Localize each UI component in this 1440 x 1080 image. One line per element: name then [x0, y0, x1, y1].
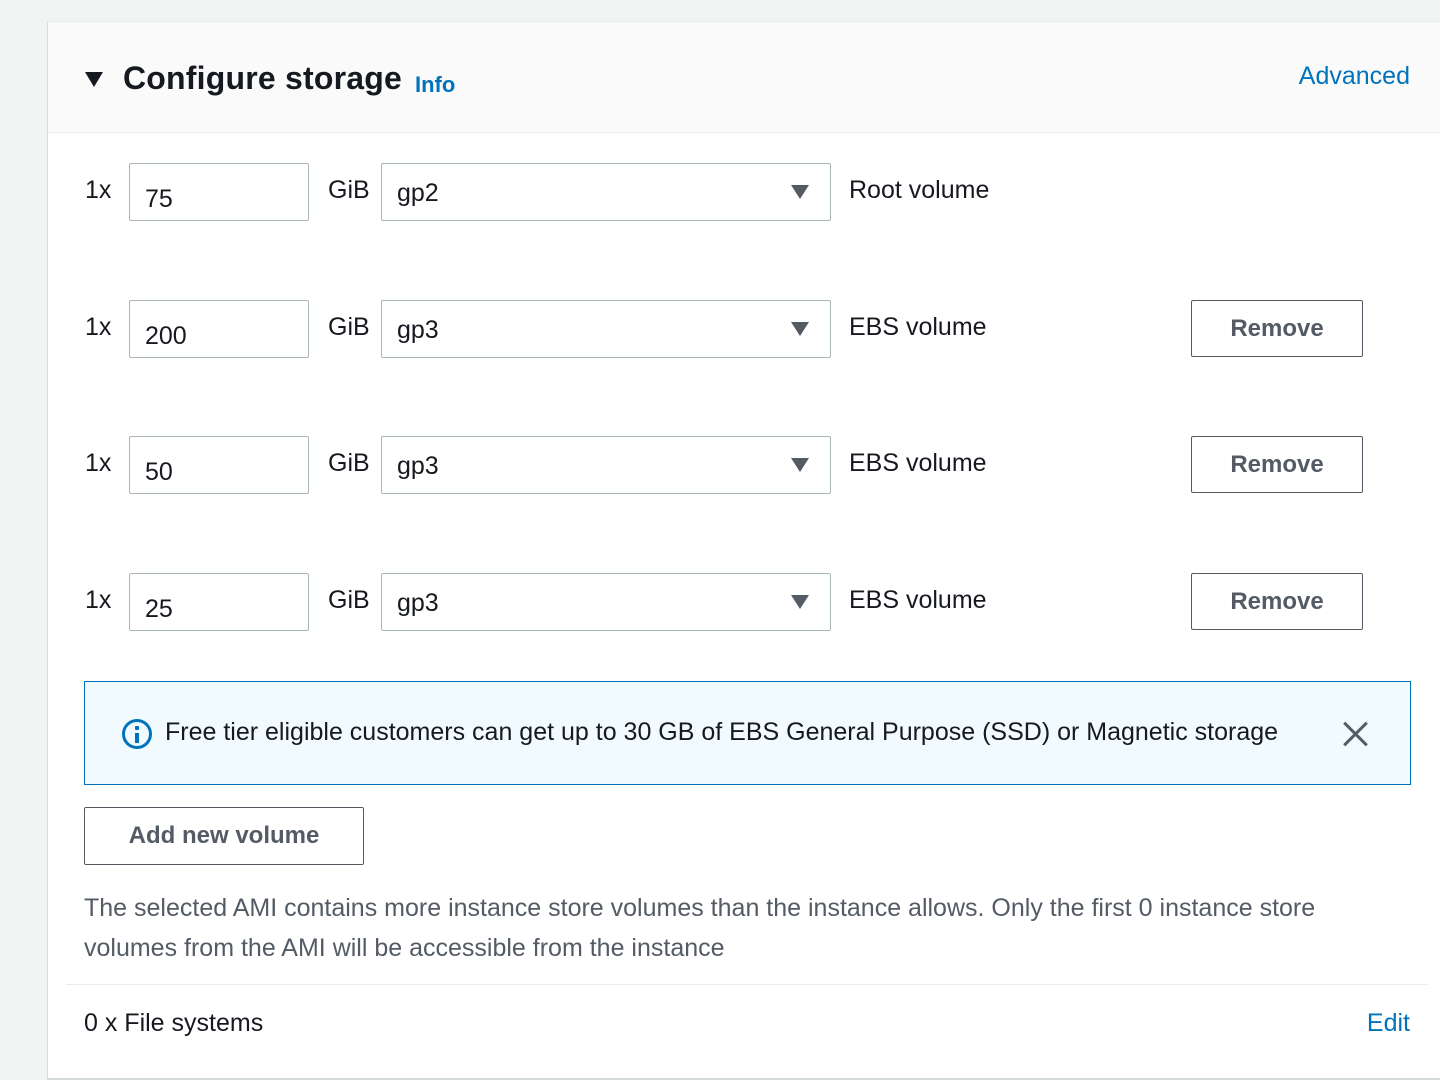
- volume-label: Root volume: [849, 176, 990, 204]
- volume-multiplier: 1x: [85, 176, 112, 204]
- volume-size-input[interactable]: [129, 573, 309, 631]
- info-link[interactable]: Info: [415, 72, 455, 98]
- volume-multiplier: 1x: [85, 449, 112, 477]
- volume-type-value: gp3: [397, 452, 439, 480]
- volume-unit: GiB: [328, 586, 370, 614]
- instance-store-note: The selected AMI contains more instance …: [84, 894, 1316, 962]
- volume-multiplier: 1x: [85, 586, 112, 614]
- divider: [66, 984, 1428, 985]
- volume-type-value: gp3: [397, 589, 439, 617]
- free-tier-alert: Free tier eligible customers can get up …: [84, 681, 1411, 785]
- volume-type-select[interactable]: gp3: [381, 573, 831, 631]
- add-new-volume-button[interactable]: Add new volume: [84, 807, 364, 865]
- volume-multiplier: 1x: [85, 313, 112, 341]
- remove-volume-button[interactable]: Remove: [1191, 300, 1363, 357]
- info-circle-icon: [122, 719, 152, 749]
- edit-file-systems-link[interactable]: Edit: [1367, 1009, 1410, 1038]
- volume-row-ebs: 1x GiB gp3 EBS volume Remove: [48, 436, 1440, 494]
- volume-unit: GiB: [328, 176, 370, 204]
- configure-storage-panel: Configure storage Info Advanced 1x GiB g…: [47, 21, 1440, 1080]
- section-title: Configure storage: [123, 60, 402, 96]
- volume-label: EBS volume: [849, 586, 987, 614]
- volume-row-ebs: 1x GiB gp3 EBS volume Remove: [48, 300, 1440, 358]
- alert-message: Free tier eligible customers can get up …: [165, 718, 1279, 746]
- volume-label: EBS volume: [849, 449, 987, 477]
- remove-volume-button[interactable]: Remove: [1191, 436, 1363, 493]
- volume-type-select[interactable]: gp3: [381, 300, 831, 358]
- volume-size-input[interactable]: [129, 163, 309, 221]
- volume-row-ebs: 1x GiB gp3 EBS volume Remove: [48, 573, 1440, 631]
- dropdown-arrow-icon: [791, 185, 809, 199]
- volume-size-input[interactable]: [129, 436, 309, 494]
- volume-type-value: gp2: [397, 179, 439, 207]
- volume-type-select[interactable]: gp2: [381, 163, 831, 221]
- dropdown-arrow-icon: [791, 458, 809, 472]
- volume-type-value: gp3: [397, 316, 439, 344]
- remove-volume-button[interactable]: Remove: [1191, 573, 1363, 630]
- volume-row-root: 1x GiB gp2 Root volume: [48, 163, 1440, 221]
- close-icon[interactable]: [1341, 719, 1371, 749]
- advanced-link[interactable]: Advanced: [1299, 62, 1410, 91]
- volume-label: EBS volume: [849, 313, 987, 341]
- panel-header: Configure storage Info Advanced: [48, 22, 1440, 133]
- volume-type-select[interactable]: gp3: [381, 436, 831, 494]
- dropdown-arrow-icon: [791, 595, 809, 609]
- dropdown-arrow-icon: [791, 322, 809, 336]
- volume-size-input[interactable]: [129, 300, 309, 358]
- volume-unit: GiB: [328, 313, 370, 341]
- collapse-caret-icon[interactable]: [85, 72, 103, 87]
- file-systems-label: 0 x File systems: [84, 1009, 264, 1037]
- volume-unit: GiB: [328, 449, 370, 477]
